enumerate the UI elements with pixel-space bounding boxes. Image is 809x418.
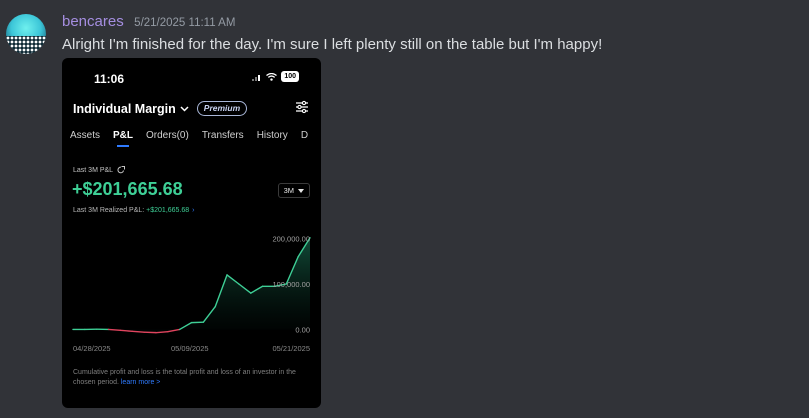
x-tick-label: 05/21/2025 bbox=[272, 344, 310, 353]
filter-settings-icon[interactable] bbox=[295, 100, 309, 114]
signal-icon bbox=[252, 74, 261, 81]
attached-screenshot[interactable]: 11:06 100 Individual Margin Premium Asse… bbox=[62, 58, 321, 408]
avatar[interactable] bbox=[6, 14, 46, 54]
chart-line-segment bbox=[107, 328, 122, 332]
x-tick-label: 05/09/2025 bbox=[171, 344, 209, 353]
caret-down-icon bbox=[298, 188, 304, 193]
chart-line-segment bbox=[119, 329, 133, 332]
realized-value: +$201,665.68 bbox=[146, 207, 190, 214]
realized-label: Last 3M Realized P&L: bbox=[73, 207, 147, 214]
realized-pl[interactable]: Last 3M Realized P&L: +$201,665.68 › bbox=[73, 207, 195, 214]
pl-total-value: +$201,665.68 bbox=[72, 179, 183, 199]
x-tick-label: 04/28/2025 bbox=[73, 344, 111, 353]
premium-badge: Premium bbox=[196, 101, 248, 116]
chart-line-segment bbox=[131, 330, 145, 333]
tab-transfers[interactable]: Transfers bbox=[202, 130, 244, 141]
period-value: 3M bbox=[283, 186, 294, 195]
footnote: Cumulative profit and loss is the total … bbox=[73, 368, 303, 388]
tab-bar: Assets P&L Orders(0) Transfers History D bbox=[70, 130, 321, 147]
battery-icon: 100 bbox=[281, 71, 299, 82]
username[interactable]: bencares bbox=[62, 13, 124, 30]
y-tick-label: 200,000.00 bbox=[272, 235, 310, 244]
y-tick-label: 100,000.00 bbox=[272, 280, 310, 289]
wifi-icon bbox=[266, 72, 278, 81]
timestamp: 5/21/2025 11:11 AM bbox=[134, 17, 236, 29]
chevron-down-icon bbox=[180, 105, 189, 112]
pl-period-label: Last 3M P&L bbox=[73, 166, 126, 174]
chevron-right-icon: › bbox=[192, 207, 195, 214]
account-selector[interactable]: Individual Margin Premium bbox=[73, 101, 248, 116]
account-label: Individual Margin bbox=[73, 101, 176, 116]
footnote-text: Cumulative profit and loss is the total … bbox=[73, 369, 296, 386]
pl-label-text: Last 3M P&L bbox=[73, 166, 114, 174]
share-icon[interactable] bbox=[117, 166, 126, 174]
avatar-pattern bbox=[6, 36, 46, 54]
tab-pl[interactable]: P&L bbox=[113, 130, 133, 147]
chart-line-segment bbox=[155, 331, 169, 334]
message-text: Alright I'm finished for the day. I'm su… bbox=[62, 36, 603, 53]
tab-history[interactable]: History bbox=[257, 130, 288, 141]
tab-orders[interactable]: Orders(0) bbox=[146, 130, 189, 141]
period-dropdown[interactable]: 3M bbox=[277, 183, 310, 198]
tab-assets[interactable]: Assets bbox=[70, 130, 100, 141]
pl-chart[interactable]: 200,000.00 100,000.00 0.00 bbox=[62, 224, 321, 342]
message-header: bencares 5/21/2025 11:11 AM bbox=[62, 13, 235, 31]
status-icons: 100 bbox=[252, 71, 299, 82]
tab-truncated[interactable]: D bbox=[301, 130, 308, 141]
y-tick-label: 0.00 bbox=[295, 325, 310, 334]
status-time: 11:06 bbox=[94, 72, 125, 86]
learn-more-link[interactable]: learn more > bbox=[121, 379, 161, 386]
